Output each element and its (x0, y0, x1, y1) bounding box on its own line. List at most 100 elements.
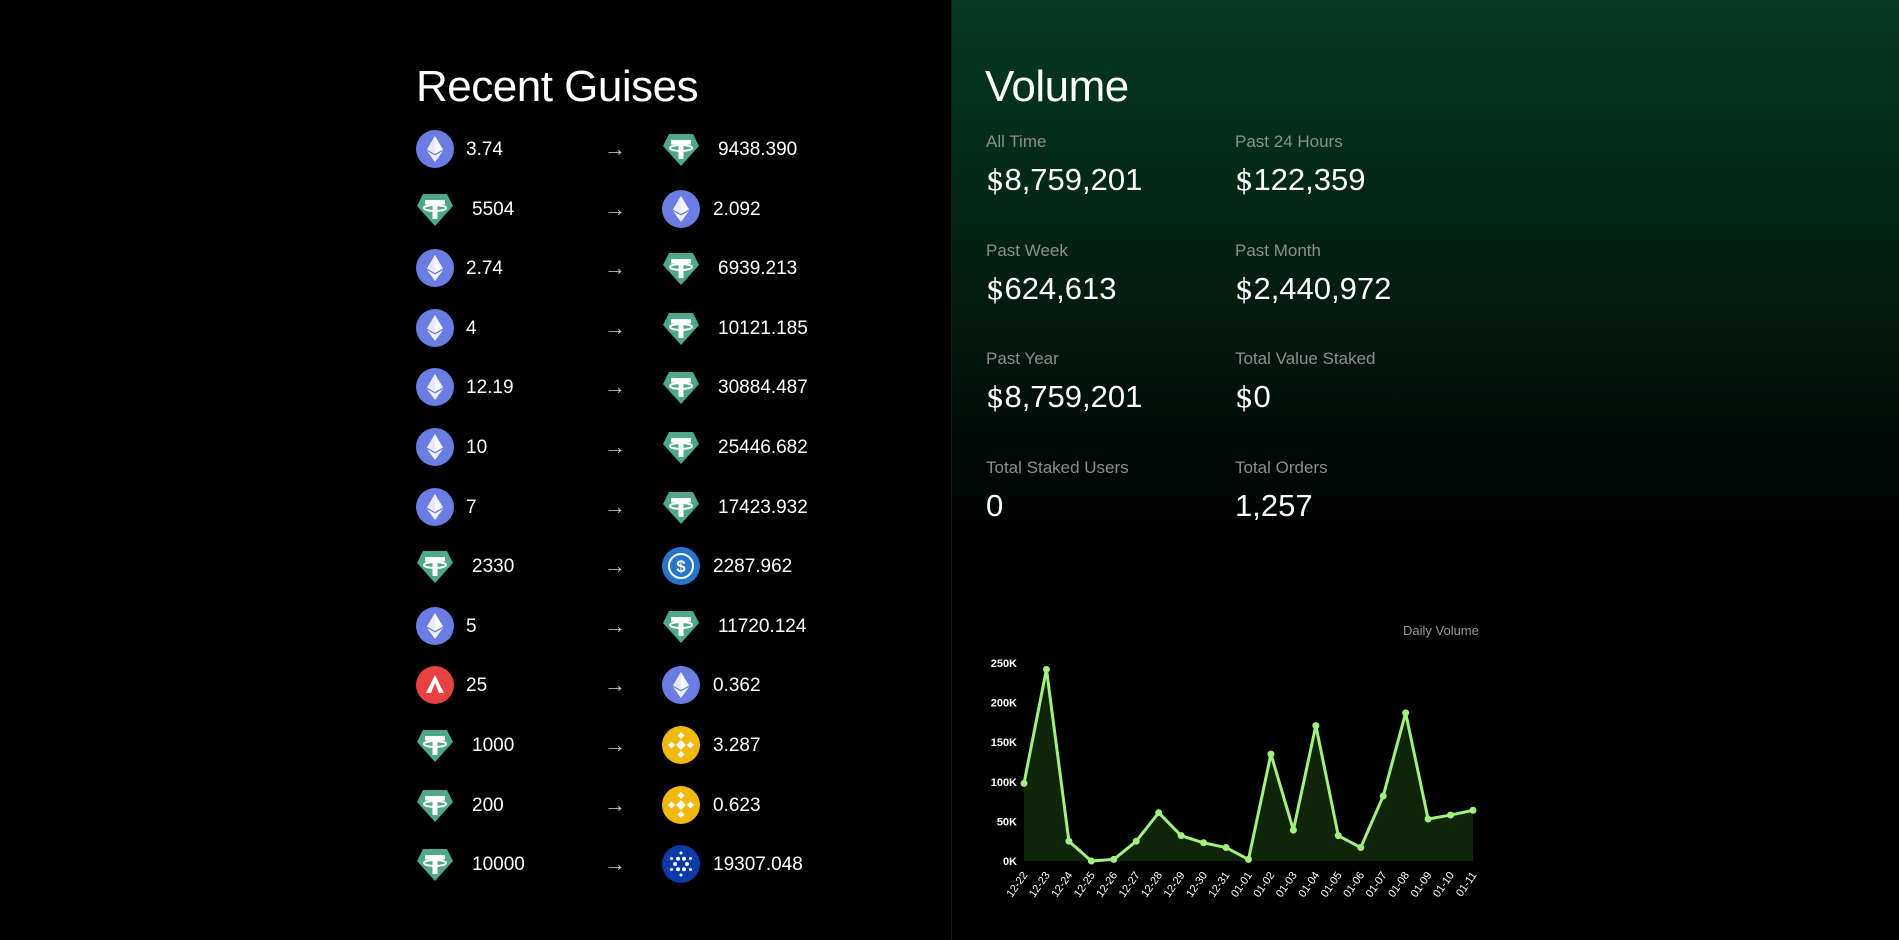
x-tick-label: 01-05 (1319, 870, 1345, 900)
stat-number: 624,613 (1004, 270, 1117, 306)
from-amount: 3.74 (466, 139, 503, 160)
arrow-icon: → (604, 553, 626, 579)
arrow-icon: → (604, 672, 626, 698)
x-tick-label: 12-29 (1162, 870, 1188, 900)
x-tick-label: 01-07 (1364, 870, 1390, 900)
x-tick-label: 12-25 (1072, 870, 1098, 900)
swap-row: 3.74 → 9438.390 (416, 128, 836, 172)
eth-icon (416, 606, 454, 645)
swap-row: 4 → 10121.185 (416, 307, 836, 351)
x-tick-label: 01-03 (1274, 870, 1300, 900)
currency-symbol: $ (1235, 380, 1254, 415)
stat-number: 8,759,201 (1004, 379, 1143, 415)
from-amount: 25 (466, 675, 488, 697)
swap-row: 10 → 25446.682 (416, 426, 836, 470)
data-point (1155, 809, 1163, 817)
x-tick-label: 01-09 (1409, 870, 1435, 900)
to-amount: 2287.962 (713, 556, 793, 578)
stat-value: 1,257 (1235, 488, 1313, 524)
from-amount: 1000 (472, 735, 515, 756)
x-tick-label: 12-22 (1004, 870, 1030, 900)
daily-volume-chart: 250K200K150K100K50K0K12-2212-2312-2412-2… (991, 658, 1480, 900)
arrow-icon: → (604, 195, 626, 221)
from-amount: 10 (466, 437, 488, 458)
arrow-icon: → (604, 732, 626, 757)
x-tick-label: 12-24 (1049, 870, 1075, 900)
stat-number: 8,759,201 (1004, 162, 1143, 197)
from-amount: 2.74 (466, 258, 503, 280)
swap-row: 200 → 0.623 (416, 784, 836, 828)
arrow-icon: → (604, 612, 626, 638)
recent-guises-title: Recent Guises (416, 62, 699, 111)
to-amount: 11720.124 (718, 615, 807, 637)
x-tick-label: 01-04 (1296, 870, 1322, 900)
y-tick-label: 100K (991, 777, 1017, 789)
swap-row: 2.74 → 6939.213 (416, 247, 836, 291)
from-amount: 4 (466, 317, 477, 339)
data-point (1042, 665, 1050, 673)
eth-icon (416, 487, 454, 526)
stat-value: $8,759,201 (986, 379, 1142, 415)
bnb-icon (662, 726, 700, 764)
swap-row: 2330 → $2287.962 (416, 545, 836, 589)
usdt-icon (416, 845, 454, 883)
data-point (1177, 832, 1185, 840)
x-tick-label: 12-26 (1094, 870, 1120, 900)
stat-number: 1,257 (1235, 488, 1313, 524)
stat-label: All Time (986, 132, 1047, 151)
swap-row: 25 → 0.362 (416, 664, 836, 708)
currency-symbol: $ (1235, 271, 1254, 306)
data-point (1245, 855, 1252, 863)
x-tick-label: 01-10 (1431, 870, 1457, 900)
swap-row: 7 → 17423.932 (416, 486, 836, 530)
data-point (1087, 857, 1095, 865)
stat-value: $2,440,972 (1235, 271, 1391, 307)
arrow-icon: → (604, 851, 626, 877)
data-point (1020, 779, 1028, 787)
to-amount: 10121.185 (718, 317, 808, 339)
swap-row: 5504 → 2.092 (416, 188, 836, 232)
eth-icon (416, 368, 454, 407)
x-tick-label: 12-23 (1027, 870, 1053, 900)
arrow-icon: → (604, 136, 626, 161)
y-tick-label: 0K (1003, 856, 1017, 868)
data-point (1424, 815, 1432, 823)
currency-symbol: $ (1235, 163, 1254, 197)
data-point (1447, 811, 1455, 819)
to-amount: 17423.932 (718, 496, 808, 518)
usdt-icon (416, 547, 454, 585)
eth-icon (662, 189, 700, 228)
y-tick-label: 150K (991, 737, 1017, 749)
to-amount: 3.287 (713, 735, 761, 756)
bnb-icon (662, 785, 700, 824)
to-amount: 30884.487 (718, 377, 808, 399)
data-point (1402, 709, 1410, 717)
to-amount: 19307.048 (713, 854, 803, 876)
stat-number: 0 (1253, 379, 1271, 415)
usdt-icon (662, 249, 700, 287)
arrow-icon: → (604, 314, 626, 340)
usdt-icon (416, 786, 454, 824)
data-point (1357, 844, 1365, 852)
data-point (1110, 855, 1118, 863)
stat-value: $0 (1235, 379, 1271, 415)
usdt-icon (416, 726, 454, 764)
to-amount: 2.092 (713, 198, 761, 220)
data-point (1469, 806, 1477, 814)
stat-number: 122,359 (1253, 162, 1366, 197)
stat-value: $624,613 (986, 271, 1117, 307)
stat-label: Past Month (1235, 240, 1321, 260)
x-tick-label: 12-31 (1207, 870, 1233, 900)
usdt-icon (416, 190, 454, 228)
x-tick-label: 12-28 (1139, 870, 1165, 900)
from-amount: 10000 (472, 854, 525, 876)
data-point (1065, 837, 1073, 845)
currency-symbol: $ (986, 271, 1005, 306)
from-amount: 5 (466, 615, 477, 637)
swap-row: 10000 → 19307.048 (416, 843, 836, 887)
x-tick-label: 12-27 (1117, 870, 1143, 900)
x-tick-label: 01-06 (1341, 870, 1367, 900)
area-fill (1024, 669, 1473, 861)
usdc-icon: $ (662, 547, 700, 586)
usdt-icon (662, 428, 700, 466)
